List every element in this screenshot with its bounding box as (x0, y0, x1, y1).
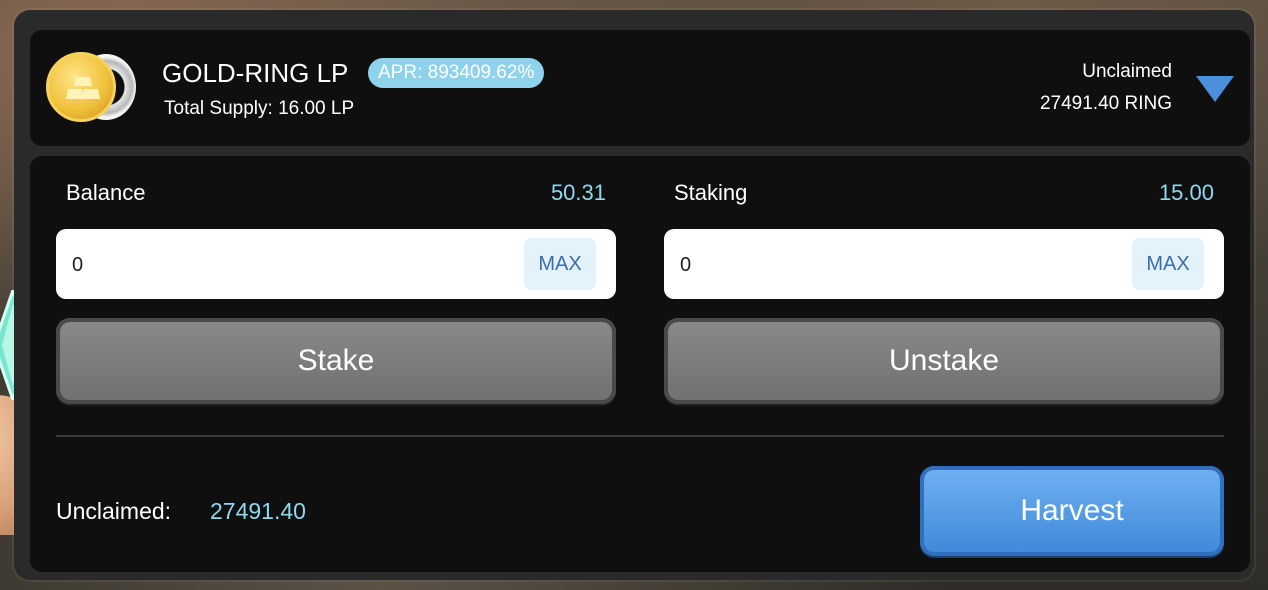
stake-section: Balance 50.31 MAX Stake (56, 156, 616, 416)
gold-token-icon (46, 52, 116, 122)
total-supply: Total Supply: 16.00 LP (164, 98, 355, 119)
unstake-amount-input[interactable] (678, 249, 1102, 281)
unstake-button[interactable]: Unstake (664, 318, 1224, 404)
farm-details: Balance 50.31 MAX Stake Staking 15.00 MA… (30, 156, 1250, 572)
triangle-down-icon[interactable] (1196, 76, 1234, 102)
unstake-section: Staking 15.00 MAX Unstake (664, 156, 1224, 416)
footer-unclaimed-value: 27491.40 (210, 498, 306, 524)
unstake-max-button[interactable]: MAX (1132, 238, 1204, 290)
divider (56, 435, 1224, 437)
unclaimed-label: Unclaimed (1082, 61, 1172, 82)
footer-unclaimed-label: Unclaimed: (56, 498, 172, 524)
stake-input-box: MAX (56, 229, 616, 299)
pair-name: GOLD-RING LP (162, 58, 349, 88)
unclaimed-value: 27491.40 RING (1039, 93, 1172, 114)
stake-max-button[interactable]: MAX (524, 238, 596, 290)
token-pair-icons (46, 52, 146, 126)
stake-button[interactable]: Stake (56, 318, 616, 404)
apr-badge: APR: 893409.62% (368, 58, 545, 88)
farm-header[interactable]: GOLD-RING LP APR: 893409.62% Total Suppl… (30, 30, 1250, 146)
staking-label: Staking (674, 180, 748, 205)
unstake-input-box: MAX (664, 229, 1224, 299)
stake-amount-input[interactable] (70, 249, 494, 281)
harvest-button[interactable]: Harvest (920, 466, 1224, 556)
balance-value: 50.31 (550, 180, 606, 205)
gold-bars-icon (66, 77, 100, 99)
staking-value: 15.00 (1158, 180, 1214, 205)
balance-label: Balance (66, 180, 146, 205)
